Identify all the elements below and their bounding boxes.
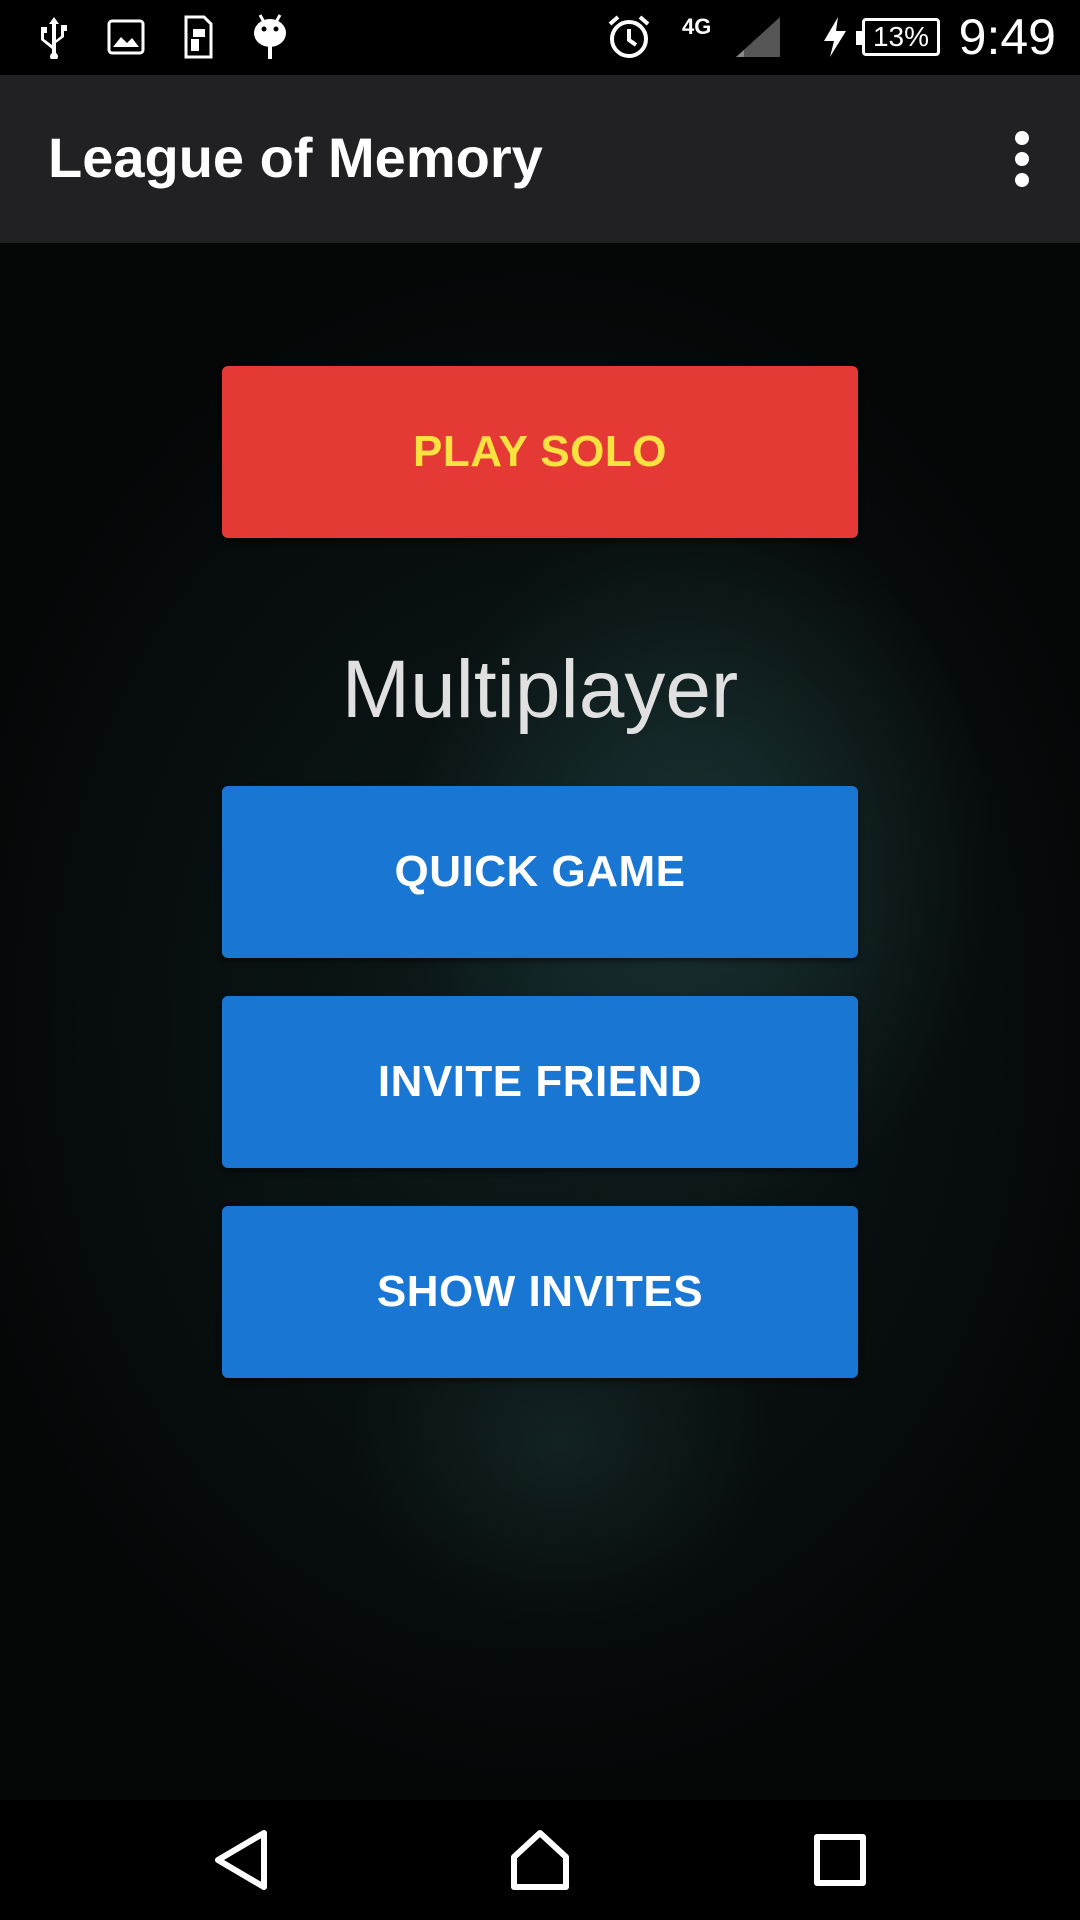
status-bar: 4G 13% 9:49 bbox=[0, 0, 1080, 75]
alarm-icon bbox=[604, 12, 654, 62]
back-icon[interactable] bbox=[202, 1822, 282, 1898]
clock: 9:49 bbox=[958, 9, 1056, 65]
show-invites-button[interactable]: SHOW INVITES bbox=[222, 1206, 858, 1378]
app-bar: League of Memory bbox=[0, 75, 1080, 243]
usb-icon bbox=[32, 12, 76, 62]
app-title: League of Memory bbox=[48, 126, 543, 189]
battery-indicator: 13% bbox=[856, 18, 940, 56]
home-icon[interactable] bbox=[500, 1822, 580, 1898]
signal-icon bbox=[730, 12, 786, 62]
main-content: PLAY SOLO Multiplayer QUICK GAME INVITE … bbox=[0, 243, 1080, 1800]
charging-icon bbox=[820, 12, 850, 62]
play-solo-button[interactable]: PLAY SOLO bbox=[222, 366, 858, 538]
image-icon bbox=[104, 12, 148, 62]
quick-game-button[interactable]: QUICK GAME bbox=[222, 786, 858, 958]
more-vert-icon[interactable] bbox=[1000, 127, 1044, 191]
sim-icon bbox=[178, 12, 218, 62]
recents-icon[interactable] bbox=[800, 1822, 880, 1898]
invite-friend-button[interactable]: INVITE FRIEND bbox=[222, 996, 858, 1168]
network-type: 4G bbox=[682, 14, 712, 39]
android-icon bbox=[248, 12, 292, 62]
multiplayer-heading: Multiplayer bbox=[341, 644, 739, 735]
navigation-bar bbox=[0, 1800, 1080, 1920]
